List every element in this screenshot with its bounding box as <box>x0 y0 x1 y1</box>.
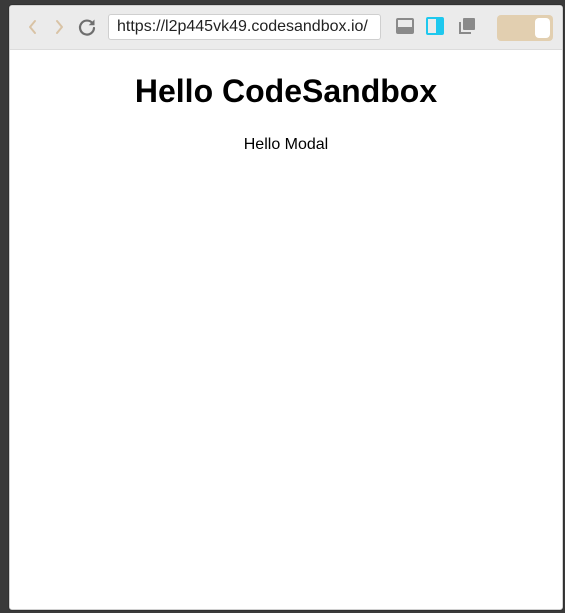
toggle-switch[interactable] <box>497 15 553 41</box>
back-button[interactable] <box>22 15 44 39</box>
url-bar[interactable]: https://l2p445vk49.codesandbox.io/ <box>108 14 381 40</box>
chevron-left-icon <box>27 19 39 35</box>
new-window-button[interactable] <box>456 17 478 39</box>
page-title: Hello CodeSandbox <box>134 73 438 109</box>
page-content: Hello CodeSandbox Hello Modal <box>10 50 562 609</box>
browser-toolbar: https://l2p445vk49.codesandbox.io/ <box>10 6 562 50</box>
toggle-knob <box>535 18 550 38</box>
layout-side-icon <box>426 16 444 40</box>
browser-frame: https://l2p445vk49.codesandbox.io/ Hello… <box>9 5 563 610</box>
chevron-right-icon <box>53 19 65 35</box>
hello-modal-link[interactable]: Hello Modal <box>244 135 328 155</box>
layout-side-button[interactable] <box>424 16 446 40</box>
reload-icon <box>77 17 97 37</box>
new-window-icon <box>457 16 477 41</box>
reload-button[interactable] <box>76 15 98 39</box>
layout-bottom-button[interactable] <box>394 17 416 39</box>
layout-bottom-icon <box>396 17 414 39</box>
forward-button[interactable] <box>48 15 70 39</box>
